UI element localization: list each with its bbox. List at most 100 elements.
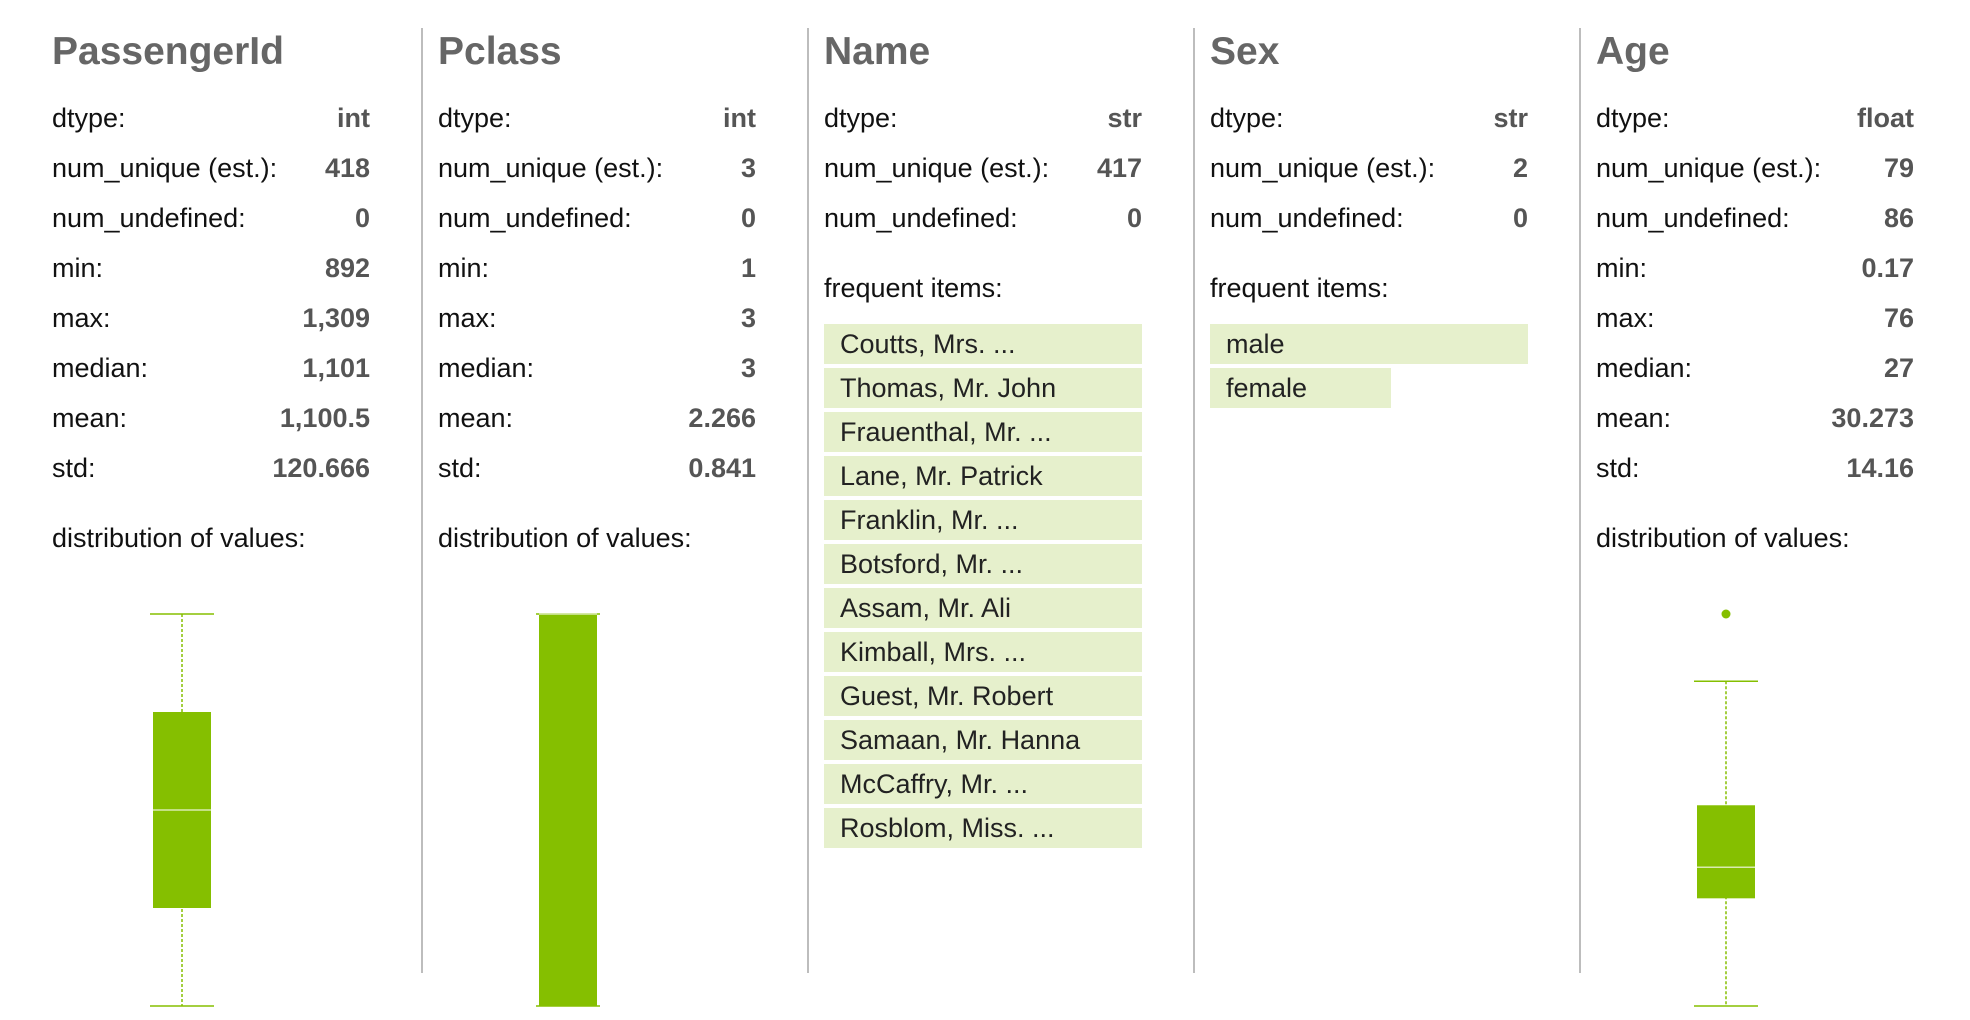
stat-value: 30.273: [1831, 403, 1914, 433]
stat-row: num_unique (est.): 3: [438, 150, 756, 200]
stat-row: num_unique (est.): 417: [824, 150, 1142, 200]
stat-row: max: 76: [1596, 300, 1914, 350]
stat-row: median: 3: [438, 350, 756, 400]
stat-row: mean: 30.273: [1596, 400, 1914, 450]
frequent-item-label: female: [1226, 373, 1308, 403]
boxplot-outlier: [1721, 609, 1731, 619]
stat-row: dtype: str: [1210, 100, 1528, 150]
stat-label: median:: [438, 353, 535, 383]
column-title: Sex: [1210, 30, 1280, 73]
frequent-item: Lane, Mr. Patrick: [824, 456, 1142, 496]
stat-row: min: 1: [438, 250, 756, 300]
stat-label: mean:: [1596, 403, 1672, 433]
stat-label: max:: [1596, 303, 1655, 333]
stat-label: min:: [438, 253, 490, 283]
stat-label: min:: [1596, 253, 1648, 283]
stat-row: mean: 2.266: [438, 400, 756, 450]
frequent-item: Guest, Mr. Robert: [824, 676, 1142, 716]
column-title: Name: [824, 30, 931, 73]
column-title: Age: [1596, 30, 1670, 73]
stat-row: min: 0.17: [1596, 250, 1914, 300]
stat-label: num_unique (est.):: [52, 153, 278, 183]
stat-label: dtype:: [1596, 103, 1670, 133]
frequent-item-label: Frauenthal, Mr. ...: [840, 417, 1052, 447]
stat-value: int: [723, 103, 756, 133]
stat-label: num_unique (est.):: [1210, 153, 1436, 183]
stat-label: std:: [1596, 453, 1640, 483]
column-content: PassengerId dtype: int num_unique (est.): 41…: [52, 28, 370, 1007]
stat-label: dtype:: [52, 103, 126, 133]
stat-row: dtype: str: [824, 100, 1142, 150]
frequent-item-label: Lane, Mr. Patrick: [840, 461, 1043, 491]
frequent-item-label: Rosblom, Miss. ...: [840, 813, 1055, 843]
stat-label: num_unique (est.):: [824, 153, 1050, 183]
stat-value: 120.666: [272, 453, 370, 483]
distribution-boxplot: [1694, 609, 1758, 1007]
frequent-items-list: Coutts, Mrs. ... Thomas, Mr. John Frauenth…: [824, 324, 1142, 852]
stat-value: 0.841: [688, 453, 756, 483]
stat-row: std: 0.841: [438, 450, 756, 500]
stat-row: std: 120.666: [52, 450, 370, 500]
stat-value: 0: [1126, 203, 1142, 233]
stat-value: float: [1857, 103, 1914, 133]
stat-value: 27: [1883, 353, 1914, 383]
stat-label: num_undefined:: [824, 203, 1018, 233]
frequent-item-label: McCaffry, Mr. ...: [840, 769, 1029, 799]
stat-value: 417: [1096, 153, 1142, 183]
stat-label: mean:: [438, 403, 514, 433]
frequent-item-label: Kimball, Mrs. ...: [840, 637, 1027, 667]
frequent-item-label: Assam, Mr. Ali: [840, 593, 1012, 623]
stat-value: 2.266: [688, 403, 756, 433]
stat-row: num_undefined: 0: [1210, 200, 1528, 250]
frequent-item: Kimball, Mrs. ...: [824, 632, 1142, 672]
stat-row: num_unique (est.): 418: [52, 150, 370, 200]
column-name: Name dtype: str num_unique (est.): 417 num_un…: [772, 28, 1158, 973]
column-sex: Sex dtype: str num_unique (est.): 2 num_undef…: [1158, 28, 1544, 973]
frequent-item: Samaan, Mr. Hanna: [824, 720, 1142, 760]
stat-row: max: 3: [438, 300, 756, 350]
distribution-boxplot: [536, 613, 600, 1007]
column-title: Pclass: [438, 30, 562, 73]
frequent-item: Coutts, Mrs. ...: [824, 324, 1142, 364]
stat-row: dtype: int: [52, 100, 370, 150]
stat-row: num_undefined: 86: [1596, 200, 1914, 250]
frequent-item-label: Guest, Mr. Robert: [840, 681, 1054, 711]
stat-value: 0.17: [1861, 253, 1914, 283]
stat-label: mean:: [52, 403, 128, 433]
frequent-item-label: Coutts, Mrs. ...: [840, 329, 1016, 359]
frequent-item: Rosblom, Miss. ...: [824, 808, 1142, 848]
frequent-items-list: male female: [1210, 324, 1528, 412]
frequent-item: Frauenthal, Mr. ...: [824, 412, 1142, 452]
stat-row: mean: 1,100.5: [52, 400, 370, 450]
column-content: Age dtype: float num_unique (est.): 79 num_un…: [1596, 28, 1914, 1007]
stat-label: num_unique (est.):: [1596, 153, 1822, 183]
frequent-item-label: Samaan, Mr. Hanna: [840, 725, 1081, 755]
distribution-label: distribution of values:: [438, 523, 692, 553]
stat-label: dtype:: [824, 103, 898, 133]
stat-value: 3: [740, 153, 756, 183]
stat-label: num_undefined:: [438, 203, 632, 233]
stat-value: 0: [740, 203, 756, 233]
stat-value: 76: [1883, 303, 1914, 333]
boxplot-box: [1697, 805, 1755, 899]
stat-value: 0: [1512, 203, 1528, 233]
frequent-item-label: Franklin, Mr. ...: [840, 505, 1019, 535]
stat-label: std:: [438, 453, 482, 483]
stat-value: str: [1493, 103, 1528, 133]
stat-label: num_undefined:: [52, 203, 246, 233]
boxplot-box: [539, 614, 597, 1006]
frequent-item-label: male: [1226, 329, 1285, 359]
stat-label: dtype:: [1210, 103, 1284, 133]
stat-value: 418: [324, 153, 370, 183]
stat-row: num_undefined: 0: [438, 200, 756, 250]
frequent-item: Franklin, Mr. ...: [824, 500, 1142, 540]
column-age: Age dtype: float num_unique (est.): 79 num_un…: [1544, 28, 1930, 1007]
distribution-boxplot: [150, 613, 214, 1007]
stat-value: 2: [1512, 153, 1528, 183]
column-passengerid: PassengerId dtype: int num_unique (est.): 41…: [0, 28, 386, 1007]
stat-value: str: [1107, 103, 1142, 133]
stat-row: dtype: float: [1596, 100, 1914, 150]
stat-label: dtype:: [438, 103, 512, 133]
stat-label: max:: [52, 303, 111, 333]
stat-value: 892: [324, 253, 370, 283]
